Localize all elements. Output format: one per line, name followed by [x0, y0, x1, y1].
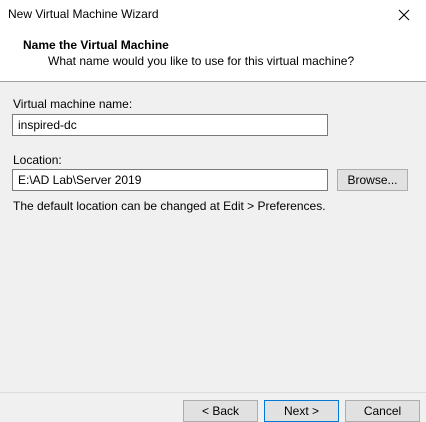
vm-name-label: Virtual machine name:	[13, 97, 133, 111]
footer-divider	[0, 392, 426, 393]
cancel-button[interactable]: Cancel	[345, 400, 420, 422]
page-subtitle: What name would you like to use for this…	[48, 54, 355, 68]
next-button[interactable]: Next >	[264, 400, 339, 422]
location-label: Location:	[13, 153, 62, 167]
wizard-header: Name the Virtual Machine What name would…	[0, 30, 426, 82]
browse-button[interactable]: Browse...	[337, 169, 408, 191]
vm-name-input[interactable]	[12, 114, 328, 136]
wizard-window: New Virtual Machine Wizard Name the Virt…	[0, 0, 426, 422]
title-bar: New Virtual Machine Wizard	[0, 0, 426, 30]
location-input[interactable]	[12, 169, 328, 191]
close-icon	[398, 9, 410, 21]
close-button[interactable]	[382, 0, 426, 30]
window-title: New Virtual Machine Wizard	[8, 7, 159, 21]
page-title: Name the Virtual Machine	[23, 38, 169, 52]
back-button[interactable]: < Back	[183, 400, 258, 422]
default-location-hint: The default location can be changed at E…	[13, 199, 326, 213]
